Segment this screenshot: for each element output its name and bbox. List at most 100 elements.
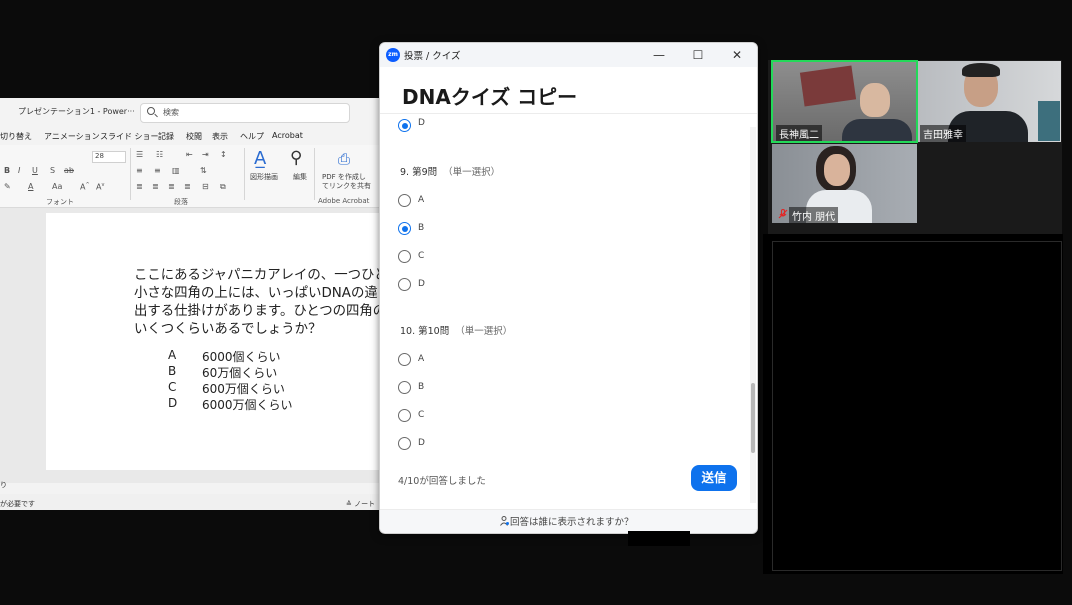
find-icon[interactable]: ⚲ <box>290 148 302 168</box>
decrease-indent-icon[interactable]: ⇤ <box>186 150 193 159</box>
menu-view[interactable]: 表示 <box>212 131 228 142</box>
italic-button[interactable]: I <box>18 166 20 175</box>
font-group-label: フォント <box>46 198 74 206</box>
visibility-info-link[interactable]: 回答は誰に表示されますか？ <box>510 514 634 528</box>
menu-transitions[interactable]: 切り替え <box>0 131 32 142</box>
video-tile[interactable]: 竹内 朋代 <box>772 144 917 223</box>
divider <box>380 113 757 114</box>
shrink-font-button[interactable]: Av <box>96 182 104 192</box>
menu-animations[interactable]: アニメーション <box>44 131 100 142</box>
columns-icon[interactable]: ▥ <box>172 166 180 175</box>
slide-option-text: 60万個くらい <box>202 366 278 380</box>
radio-q10-a[interactable] <box>398 353 411 366</box>
option-label: C <box>418 410 425 420</box>
strikethrough-button[interactable]: ab <box>64 166 74 175</box>
increase-indent-icon[interactable]: ⇥ <box>202 150 209 159</box>
smartart-icon[interactable]: ⧉ <box>220 182 226 192</box>
line-spacing-icon[interactable]: ↕ <box>220 150 227 159</box>
question-type: （単一選択） <box>443 167 501 178</box>
person-icon <box>500 516 509 526</box>
highlight-icon[interactable]: ✎ <box>4 182 11 191</box>
align-center-icon[interactable]: ≡ <box>154 166 161 175</box>
ppt-search-box[interactable]: 検索 <box>140 103 350 123</box>
video-tile[interactable]: 吉田雅幸 <box>918 61 1061 142</box>
menu-help[interactable]: ヘルプ <box>240 131 264 142</box>
participant-face <box>824 154 850 186</box>
menu-record[interactable]: 記録 <box>158 131 174 142</box>
close-icon[interactable]: ✕ <box>726 45 748 65</box>
notes-button[interactable]: ≙ ノート <box>346 499 375 509</box>
option-label: A <box>418 354 425 364</box>
distribute-icon[interactable]: ≣ <box>168 182 175 191</box>
ribbon-separator <box>244 148 245 200</box>
align-left-icon[interactable]: ≡ <box>136 166 143 175</box>
question-number: 9. 第9問 <box>400 167 438 178</box>
slide[interactable] <box>46 213 380 470</box>
answered-count: 4/10が回答しました <box>398 476 486 487</box>
participant-name: 竹内 朋代 <box>789 207 839 223</box>
shapes-label: 図形描画 <box>250 173 278 181</box>
numbering-icon[interactable]: ☷ <box>156 150 163 159</box>
align-right-icon[interactable]: ≣ <box>152 182 159 191</box>
grow-font-button[interactable]: A^ <box>80 182 90 192</box>
maximize-icon[interactable]: ☐ <box>687 45 709 65</box>
ppt-statusbar <box>0 494 380 510</box>
slide-line: いくつくらいあるでしょうか？ <box>134 322 322 337</box>
align-text-icon[interactable]: ⊟ <box>202 182 209 191</box>
menu-acrobat[interactable]: Acrobat <box>272 131 303 140</box>
question-type: （単一選択） <box>455 326 513 337</box>
zoom-logo-icon: zm <box>386 48 400 62</box>
question-10-heading: 10. 第10問 （単一選択） <box>400 323 512 337</box>
radio-q10-c[interactable] <box>398 409 411 422</box>
minimize-icon[interactable]: — <box>648 45 670 65</box>
align-justify-icon[interactable]: ≣ <box>184 182 191 191</box>
slide-line: 小さな四角の上には、いっぱいDNAの違い <box>134 286 380 301</box>
background-object <box>1038 101 1060 141</box>
scrollbar-thumb[interactable] <box>751 383 755 453</box>
status-text: が必要です <box>0 500 35 508</box>
radio-q10-b[interactable] <box>398 381 411 394</box>
radio-q9-a[interactable] <box>398 194 411 207</box>
slide-option-text: 6000個くらい <box>202 350 281 364</box>
bold-button[interactable]: B <box>4 166 10 175</box>
pdf-icon[interactable]: ⎙ <box>338 150 350 168</box>
font-size-select[interactable]: 28 <box>92 151 126 163</box>
option-label: D <box>418 438 425 448</box>
underline-button[interactable]: U <box>32 166 38 175</box>
slide-line: ここにあるジャパニカアレイの、一つひと <box>134 268 380 283</box>
radio-q10-d[interactable] <box>398 437 411 450</box>
paragraph-group-label: 段落 <box>174 198 188 206</box>
ppt-document-title: プレゼンテーション1 - Power··· <box>18 107 135 116</box>
slide-option-letter: D <box>168 396 178 410</box>
slide-option-letter: B <box>168 364 177 378</box>
radio-q9-b[interactable] <box>398 222 411 235</box>
char-spacing-button[interactable]: Aa <box>52 182 62 191</box>
font-color-button[interactable]: A <box>28 182 33 191</box>
text-direction-icon[interactable]: ⇅ <box>200 166 207 175</box>
participant-hair <box>962 63 1000 77</box>
question-9-heading: 9. 第9問 （単一選択） <box>400 164 500 178</box>
adobe-group-label: Adobe Acrobat <box>318 197 370 205</box>
justify-icon[interactable]: ≣ <box>136 182 143 191</box>
side-char: り <box>0 481 7 489</box>
option-label: C <box>418 251 425 261</box>
menu-review[interactable]: 校閲 <box>186 131 202 142</box>
option-label: D <box>418 279 425 289</box>
ribbon-separator <box>314 148 315 200</box>
radio-q9-c[interactable] <box>398 250 411 263</box>
poll-window: zm 投票 / クイズ — ☐ ✕ DNAクイズ コピー D 9. 第9問 （単一… <box>379 42 758 534</box>
question-number: 10. 第10問 <box>400 326 450 337</box>
shapes-icon[interactable]: A̲ <box>254 148 266 169</box>
shadow-button[interactable]: S <box>50 166 55 175</box>
notes-label: ノート <box>354 500 376 508</box>
bullets-icon[interactable]: ☰ <box>136 150 143 159</box>
radio-q9-d[interactable] <box>398 278 411 291</box>
powerpoint-window: プレゼンテーション1 - Power··· 検索 切り替え アニメーション スラ… <box>0 98 380 510</box>
submit-button[interactable]: 送信 <box>691 465 737 491</box>
poll-window-title: 投票 / クイズ <box>404 51 461 62</box>
menu-slideshow[interactable]: スライド ショー <box>100 131 159 142</box>
ppt-search-placeholder: 検索 <box>163 108 179 117</box>
slide-body-text: ここにあるジャパニカアレイの、一つひと 小さな四角の上には、いっぱいDNAの違い… <box>134 267 380 339</box>
slide-option-letter: C <box>168 380 177 394</box>
edit-label: 編集 <box>293 173 307 181</box>
